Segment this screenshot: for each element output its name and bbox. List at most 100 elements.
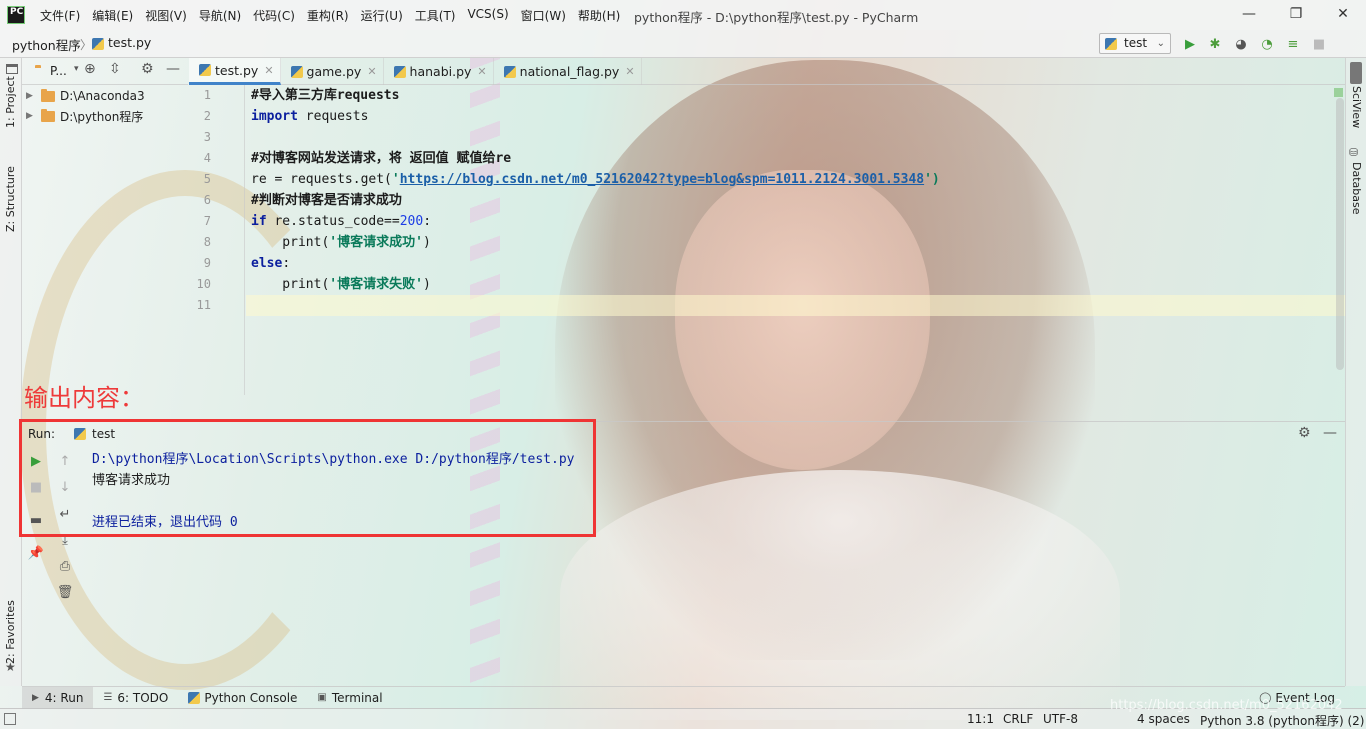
menu-tools[interactable]: 工具(T) bbox=[409, 7, 462, 24]
tree-item-anaconda[interactable]: ▶ D:\Anaconda3 bbox=[22, 86, 188, 106]
favorites-tool-button[interactable]: 2: Favorites bbox=[4, 594, 17, 664]
chevron-right-icon: ▶ bbox=[26, 91, 33, 101]
run-tool-button[interactable]: ▶ 4: Run bbox=[22, 686, 94, 709]
code-text: requests bbox=[297, 109, 369, 124]
toggle-tool-windows-icon[interactable] bbox=[4, 713, 16, 725]
tab-hanabi-py[interactable]: hanabi.py ✕ bbox=[384, 58, 494, 85]
close-icon[interactable]: ✕ bbox=[1332, 4, 1354, 24]
tab-game-py[interactable]: game.py ✕ bbox=[281, 58, 384, 85]
line-number: 8 bbox=[203, 235, 211, 249]
line-number-gutter: 1 2 3 4 5 6 7 8 9 10 11 bbox=[189, 85, 245, 395]
project-tool-button[interactable]: 1: Project bbox=[4, 68, 17, 128]
pin-icon[interactable]: 📌 bbox=[28, 545, 44, 561]
code-line-8: print('博客请求成功') bbox=[251, 232, 430, 253]
concurrency-icon[interactable]: ≡ bbox=[1285, 36, 1301, 52]
run-configuration-select[interactable]: test ⌄ bbox=[1099, 33, 1171, 54]
file-encoding[interactable]: UTF-8 bbox=[1043, 712, 1078, 726]
structure-tool-button[interactable]: Z: Structure bbox=[4, 152, 17, 232]
python-interpreter[interactable]: Python 3.8 (python程序) (2) bbox=[1200, 712, 1364, 729]
terminal-icon: ▣ bbox=[317, 692, 327, 703]
python-file-icon bbox=[503, 65, 516, 78]
menu-help[interactable]: 帮助(H) bbox=[572, 7, 626, 24]
folder-icon bbox=[41, 108, 55, 122]
indent-setting[interactable]: 4 spaces bbox=[1137, 712, 1190, 726]
project-view-label[interactable]: P... bbox=[50, 64, 67, 78]
stop-icon[interactable]: ■ bbox=[1311, 36, 1327, 52]
tab-national-flag-py[interactable]: national_flag.py ✕ bbox=[494, 58, 642, 85]
terminal-tool-button[interactable]: ▣ Terminal bbox=[307, 687, 392, 709]
menu-run[interactable]: 运行(U) bbox=[355, 7, 409, 24]
tree-item-label: D:\Anaconda3 bbox=[60, 89, 145, 103]
print-icon[interactable]: ⎙ bbox=[57, 558, 73, 574]
menu-file[interactable]: 文件(F) bbox=[34, 7, 86, 24]
breadcrumb-project[interactable]: python程序 bbox=[12, 35, 81, 54]
menu-refactor[interactable]: 重构(R) bbox=[301, 7, 355, 24]
editor-scrollbar[interactable] bbox=[1336, 98, 1344, 370]
code-text: print( bbox=[251, 277, 330, 292]
tree-item-label: D:\python程序 bbox=[60, 109, 144, 124]
menu-vcs[interactable]: VCS(S) bbox=[461, 7, 514, 24]
trash-icon[interactable]: 🗑 bbox=[57, 584, 74, 600]
line-number: 7 bbox=[203, 214, 211, 228]
current-line-highlight bbox=[246, 295, 1346, 316]
star-icon: ★ bbox=[5, 660, 16, 674]
code-string-end: ') bbox=[924, 172, 940, 187]
line-number: 9 bbox=[203, 256, 211, 270]
tab-test-py[interactable]: test.py ✕ bbox=[189, 58, 281, 85]
gear-icon[interactable]: ⚙ bbox=[141, 61, 154, 77]
minimize-icon[interactable]: — bbox=[1238, 4, 1260, 24]
menu-code[interactable]: 代码(C) bbox=[247, 7, 301, 24]
python-console-tool-button[interactable]: Python Console bbox=[178, 687, 307, 709]
sciview-tool-button[interactable]: SciView bbox=[1350, 86, 1363, 136]
close-tab-icon[interactable]: ✕ bbox=[367, 65, 376, 78]
tab-label: test.py bbox=[215, 62, 259, 78]
window-title: python程序 - D:\python程序\test.py - PyCharm bbox=[634, 10, 919, 25]
tab-label: game.py bbox=[306, 64, 362, 79]
locate-icon[interactable]: ⊕ bbox=[84, 61, 96, 77]
profile-icon[interactable]: ◔ bbox=[1259, 36, 1275, 52]
hide-panel-icon[interactable]: — bbox=[1323, 425, 1337, 441]
output-annotation: 输出内容： bbox=[24, 384, 144, 412]
tree-item-python-project[interactable]: ▶ D:\python程序 bbox=[22, 106, 188, 126]
coverage-icon[interactable]: ◕ bbox=[1233, 36, 1249, 52]
code-line-6: #判断对博客是否请求成功 bbox=[251, 190, 402, 211]
code-comment: #对博客网站发送请求，将 返回值 赋值给re bbox=[251, 151, 512, 166]
code-comment: #导入第三方库requests bbox=[251, 88, 400, 103]
database-tool-button[interactable]: Database bbox=[1350, 162, 1363, 222]
code-string: '博客请求成功' bbox=[329, 235, 423, 250]
line-number: 11 bbox=[196, 298, 211, 312]
watermark: https://blog.csdn.net/m0_52162042 bbox=[1110, 698, 1343, 713]
todo-tool-button[interactable]: ☰ 6: TODO bbox=[93, 687, 178, 709]
debug-icon[interactable]: ✱ bbox=[1207, 36, 1223, 52]
project-panel-header: P... ▾ ⊕ ⇳ ⚙ — bbox=[22, 58, 188, 85]
code-text: : bbox=[282, 256, 291, 271]
code-string-quote: ' bbox=[391, 172, 400, 187]
maximize-icon[interactable]: ❐ bbox=[1285, 4, 1307, 24]
menu-view[interactable]: 视图(V) bbox=[139, 7, 193, 24]
hide-panel-icon[interactable]: — bbox=[166, 61, 180, 77]
line-separator[interactable]: CRLF bbox=[1003, 712, 1033, 726]
gear-icon[interactable]: ⚙ bbox=[1298, 425, 1311, 441]
menu-window[interactable]: 窗口(W) bbox=[515, 7, 572, 24]
pycharm-logo-icon: PC bbox=[7, 6, 25, 24]
caret-position[interactable]: 11:1 bbox=[967, 712, 994, 726]
code-line-2: import requests bbox=[251, 106, 368, 127]
todo-icon: ☰ bbox=[103, 692, 113, 703]
annotation-red-box bbox=[19, 419, 596, 537]
code-text: print( bbox=[251, 235, 330, 250]
close-tab-icon[interactable]: ✕ bbox=[264, 64, 273, 77]
menu-navigate[interactable]: 导航(N) bbox=[193, 7, 247, 24]
close-tab-icon[interactable]: ✕ bbox=[625, 65, 634, 78]
chevron-right-icon: ▶ bbox=[26, 111, 33, 121]
menu-edit[interactable]: 编辑(E) bbox=[86, 7, 139, 24]
run-icon: ▶ bbox=[32, 692, 39, 703]
run-icon[interactable]: ▶ bbox=[1182, 36, 1198, 52]
folder-icon bbox=[41, 88, 55, 102]
code-url-link[interactable]: https://blog.csdn.net/m0_52162042?type=b… bbox=[400, 172, 924, 187]
code-line-10: print('博客请求失败') bbox=[251, 274, 430, 295]
close-tab-icon[interactable]: ✕ bbox=[477, 65, 486, 78]
breadcrumb-file[interactable]: test.py bbox=[108, 35, 151, 50]
collapse-all-icon[interactable]: ⇳ bbox=[109, 61, 121, 77]
inspection-ok-icon[interactable] bbox=[1334, 88, 1343, 97]
code-line-5: re = requests.get('https://blog.csdn.net… bbox=[251, 169, 940, 190]
